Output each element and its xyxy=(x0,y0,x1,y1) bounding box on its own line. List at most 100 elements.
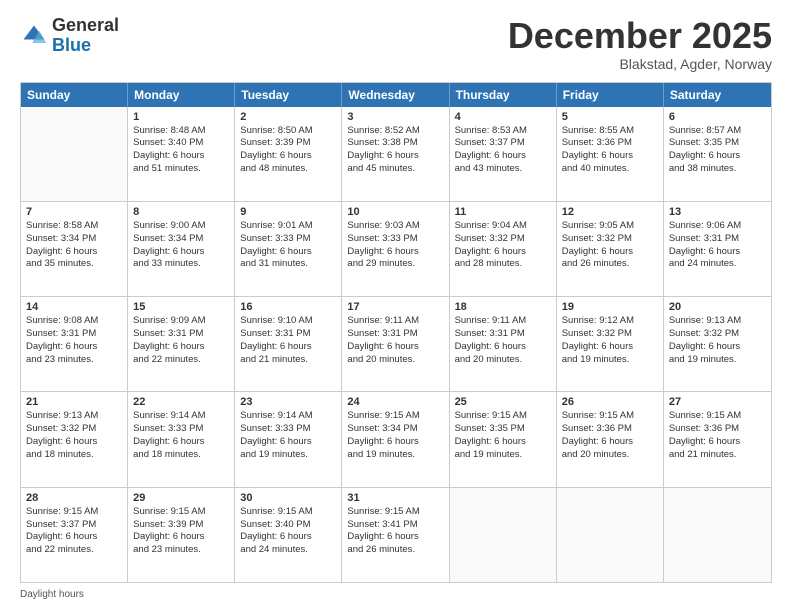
day-number: 29 xyxy=(133,492,229,504)
calendar-week-row: 7 Sunrise: 8:58 AMSunset: 3:34 PMDaylight… xyxy=(21,202,771,297)
day-number: 4 xyxy=(455,111,551,123)
day-number: 13 xyxy=(669,206,766,218)
calendar-cell: 5Sunrise: 8:55 AMSunset: 3:36 PMDaylight… xyxy=(557,107,664,201)
day-number: 26 xyxy=(562,396,658,408)
day-info: Sunrise: 9:13 AMSunset: 3:32 PMDaylight:… xyxy=(26,410,122,461)
calendar-day-header: Wednesday xyxy=(342,83,449,107)
day-info: Sunrise: 9:14 AMSunset: 3:33 PMDaylight:… xyxy=(133,410,229,461)
calendar-day-header: Monday xyxy=(128,83,235,107)
calendar-cell xyxy=(557,488,664,582)
logo-icon xyxy=(20,22,48,50)
calendar-cell: 28 Sunrise: 9:15 AMSunset: 3:37 PMDayligh… xyxy=(21,488,128,582)
calendar-cell: 18 Sunrise: 9:11 AMSunset: 3:31 PMDayligh… xyxy=(450,297,557,391)
day-info: Sunrise: 8:50 AMSunset: 3:39 PMDaylight:… xyxy=(240,125,336,176)
day-number: 14 xyxy=(26,301,122,313)
calendar-cell: 22 Sunrise: 9:14 AMSunset: 3:33 PMDayligh… xyxy=(128,392,235,486)
day-info: Sunrise: 9:11 AMSunset: 3:31 PMDaylight:… xyxy=(455,315,551,366)
day-info: Sunrise: 9:15 AMSunset: 3:41 PMDaylight:… xyxy=(347,506,443,557)
logo-text: General Blue xyxy=(52,16,119,56)
day-number: 19 xyxy=(562,301,658,313)
day-number: 27 xyxy=(669,396,766,408)
day-number: 28 xyxy=(26,492,122,504)
calendar-week-row: 28 Sunrise: 9:15 AMSunset: 3:37 PMDayligh… xyxy=(21,488,771,582)
calendar-cell: 19 Sunrise: 9:12 AMSunset: 3:32 PMDayligh… xyxy=(557,297,664,391)
day-info: Sunrise: 8:55 AMSunset: 3:36 PMDaylight:… xyxy=(562,125,658,176)
day-number: 11 xyxy=(455,206,551,218)
day-info: Sunrise: 8:52 AMSunset: 3:38 PMDaylight:… xyxy=(347,125,443,176)
logo-general: General xyxy=(52,16,119,36)
day-info: Sunrise: 9:15 AMSunset: 3:36 PMDaylight:… xyxy=(562,410,658,461)
day-number: 22 xyxy=(133,396,229,408)
calendar-cell: 21 Sunrise: 9:13 AMSunset: 3:32 PMDayligh… xyxy=(21,392,128,486)
calendar-cell xyxy=(664,488,771,582)
calendar-cell: 27Sunrise: 9:15 AMSunset: 3:36 PMDayligh… xyxy=(664,392,771,486)
calendar-cell: 24 Sunrise: 9:15 AMSunset: 3:34 PMDayligh… xyxy=(342,392,449,486)
day-number: 15 xyxy=(133,301,229,313)
day-number: 18 xyxy=(455,301,551,313)
day-number: 16 xyxy=(240,301,336,313)
day-number: 3 xyxy=(347,111,443,123)
day-number: 20 xyxy=(669,301,766,313)
calendar-cell: 3 Sunrise: 8:52 AMSunset: 3:38 PMDaylight… xyxy=(342,107,449,201)
day-info: Sunrise: 9:15 AMSunset: 3:35 PMDaylight:… xyxy=(455,410,551,461)
day-info: Sunrise: 8:48 AMSunset: 3:40 PMDaylight:… xyxy=(133,125,229,176)
day-number: 24 xyxy=(347,396,443,408)
day-number: 6 xyxy=(669,111,766,123)
day-info: Sunrise: 9:09 AMSunset: 3:31 PMDaylight:… xyxy=(133,315,229,366)
day-info: Sunrise: 9:15 AMSunset: 3:37 PMDaylight:… xyxy=(26,506,122,557)
day-number: 12 xyxy=(562,206,658,218)
calendar-cell: 29Sunrise: 9:15 AMSunset: 3:39 PMDayligh… xyxy=(128,488,235,582)
calendar-cell: 23 Sunrise: 9:14 AMSunset: 3:33 PMDayligh… xyxy=(235,392,342,486)
day-info: Sunrise: 9:00 AMSunset: 3:34 PMDaylight:… xyxy=(133,220,229,271)
day-number: 21 xyxy=(26,396,122,408)
calendar-cell: 13 Sunrise: 9:06 AMSunset: 3:31 PMDayligh… xyxy=(664,202,771,296)
day-info: Sunrise: 9:15 AMSunset: 3:34 PMDaylight:… xyxy=(347,410,443,461)
day-number: 8 xyxy=(133,206,229,218)
calendar-cell: 15 Sunrise: 9:09 AMSunset: 3:31 PMDayligh… xyxy=(128,297,235,391)
calendar-cell: 14Sunrise: 9:08 AMSunset: 3:31 PMDayligh… xyxy=(21,297,128,391)
day-info: Sunrise: 9:11 AMSunset: 3:31 PMDaylight:… xyxy=(347,315,443,366)
calendar-day-header: Tuesday xyxy=(235,83,342,107)
header: General Blue December 2025 Blakstad, Agd… xyxy=(20,16,772,72)
calendar-cell xyxy=(450,488,557,582)
calendar-day-header: Thursday xyxy=(450,83,557,107)
day-info: Sunrise: 8:58 AMSunset: 3:34 PMDaylight:… xyxy=(26,220,122,271)
footer-label: Daylight hours xyxy=(20,589,772,600)
day-info: Sunrise: 9:06 AMSunset: 3:31 PMDaylight:… xyxy=(669,220,766,271)
day-info: Sunrise: 9:10 AMSunset: 3:31 PMDaylight:… xyxy=(240,315,336,366)
day-info: Sunrise: 9:04 AMSunset: 3:32 PMDaylight:… xyxy=(455,220,551,271)
day-number: 17 xyxy=(347,301,443,313)
calendar-cell: 1 Sunrise: 8:48 AMSunset: 3:40 PMDaylight… xyxy=(128,107,235,201)
day-info: Sunrise: 9:01 AMSunset: 3:33 PMDaylight:… xyxy=(240,220,336,271)
calendar-day-header: Sunday xyxy=(21,83,128,107)
calendar-title: December 2025 xyxy=(508,16,772,56)
logo-blue: Blue xyxy=(52,36,119,56)
calendar-cell: 30 Sunrise: 9:15 AMSunset: 3:40 PMDayligh… xyxy=(235,488,342,582)
calendar-cell: 7 Sunrise: 8:58 AMSunset: 3:34 PMDaylight… xyxy=(21,202,128,296)
day-info: Sunrise: 9:12 AMSunset: 3:32 PMDaylight:… xyxy=(562,315,658,366)
day-info: Sunrise: 9:14 AMSunset: 3:33 PMDaylight:… xyxy=(240,410,336,461)
day-number: 9 xyxy=(240,206,336,218)
day-number: 2 xyxy=(240,111,336,123)
logo: General Blue xyxy=(20,16,119,56)
day-info: Sunrise: 9:15 AMSunset: 3:40 PMDaylight:… xyxy=(240,506,336,557)
calendar-cell: 9 Sunrise: 9:01 AMSunset: 3:33 PMDaylight… xyxy=(235,202,342,296)
day-number: 23 xyxy=(240,396,336,408)
title-block: December 2025 Blakstad, Agder, Norway xyxy=(508,16,772,72)
day-info: Sunrise: 8:57 AMSunset: 3:35 PMDaylight:… xyxy=(669,125,766,176)
calendar-cell: 16 Sunrise: 9:10 AMSunset: 3:31 PMDayligh… xyxy=(235,297,342,391)
day-number: 1 xyxy=(133,111,229,123)
day-number: 10 xyxy=(347,206,443,218)
calendar-cell: 4Sunrise: 8:53 AMSunset: 3:37 PMDaylight… xyxy=(450,107,557,201)
calendar-cell: 12Sunrise: 9:05 AMSunset: 3:32 PMDayligh… xyxy=(557,202,664,296)
day-number: 7 xyxy=(26,206,122,218)
calendar-cell: 11 Sunrise: 9:04 AMSunset: 3:32 PMDayligh… xyxy=(450,202,557,296)
day-number: 30 xyxy=(240,492,336,504)
day-number: 25 xyxy=(455,396,551,408)
calendar-cell: 31Sunrise: 9:15 AMSunset: 3:41 PMDayligh… xyxy=(342,488,449,582)
calendar-cell: 6 Sunrise: 8:57 AMSunset: 3:35 PMDaylight… xyxy=(664,107,771,201)
calendar-week-row: 1 Sunrise: 8:48 AMSunset: 3:40 PMDaylight… xyxy=(21,107,771,202)
calendar-cell: 10Sunrise: 9:03 AMSunset: 3:33 PMDayligh… xyxy=(342,202,449,296)
calendar-cell xyxy=(21,107,128,201)
calendar-cell: 26 Sunrise: 9:15 AMSunset: 3:36 PMDayligh… xyxy=(557,392,664,486)
